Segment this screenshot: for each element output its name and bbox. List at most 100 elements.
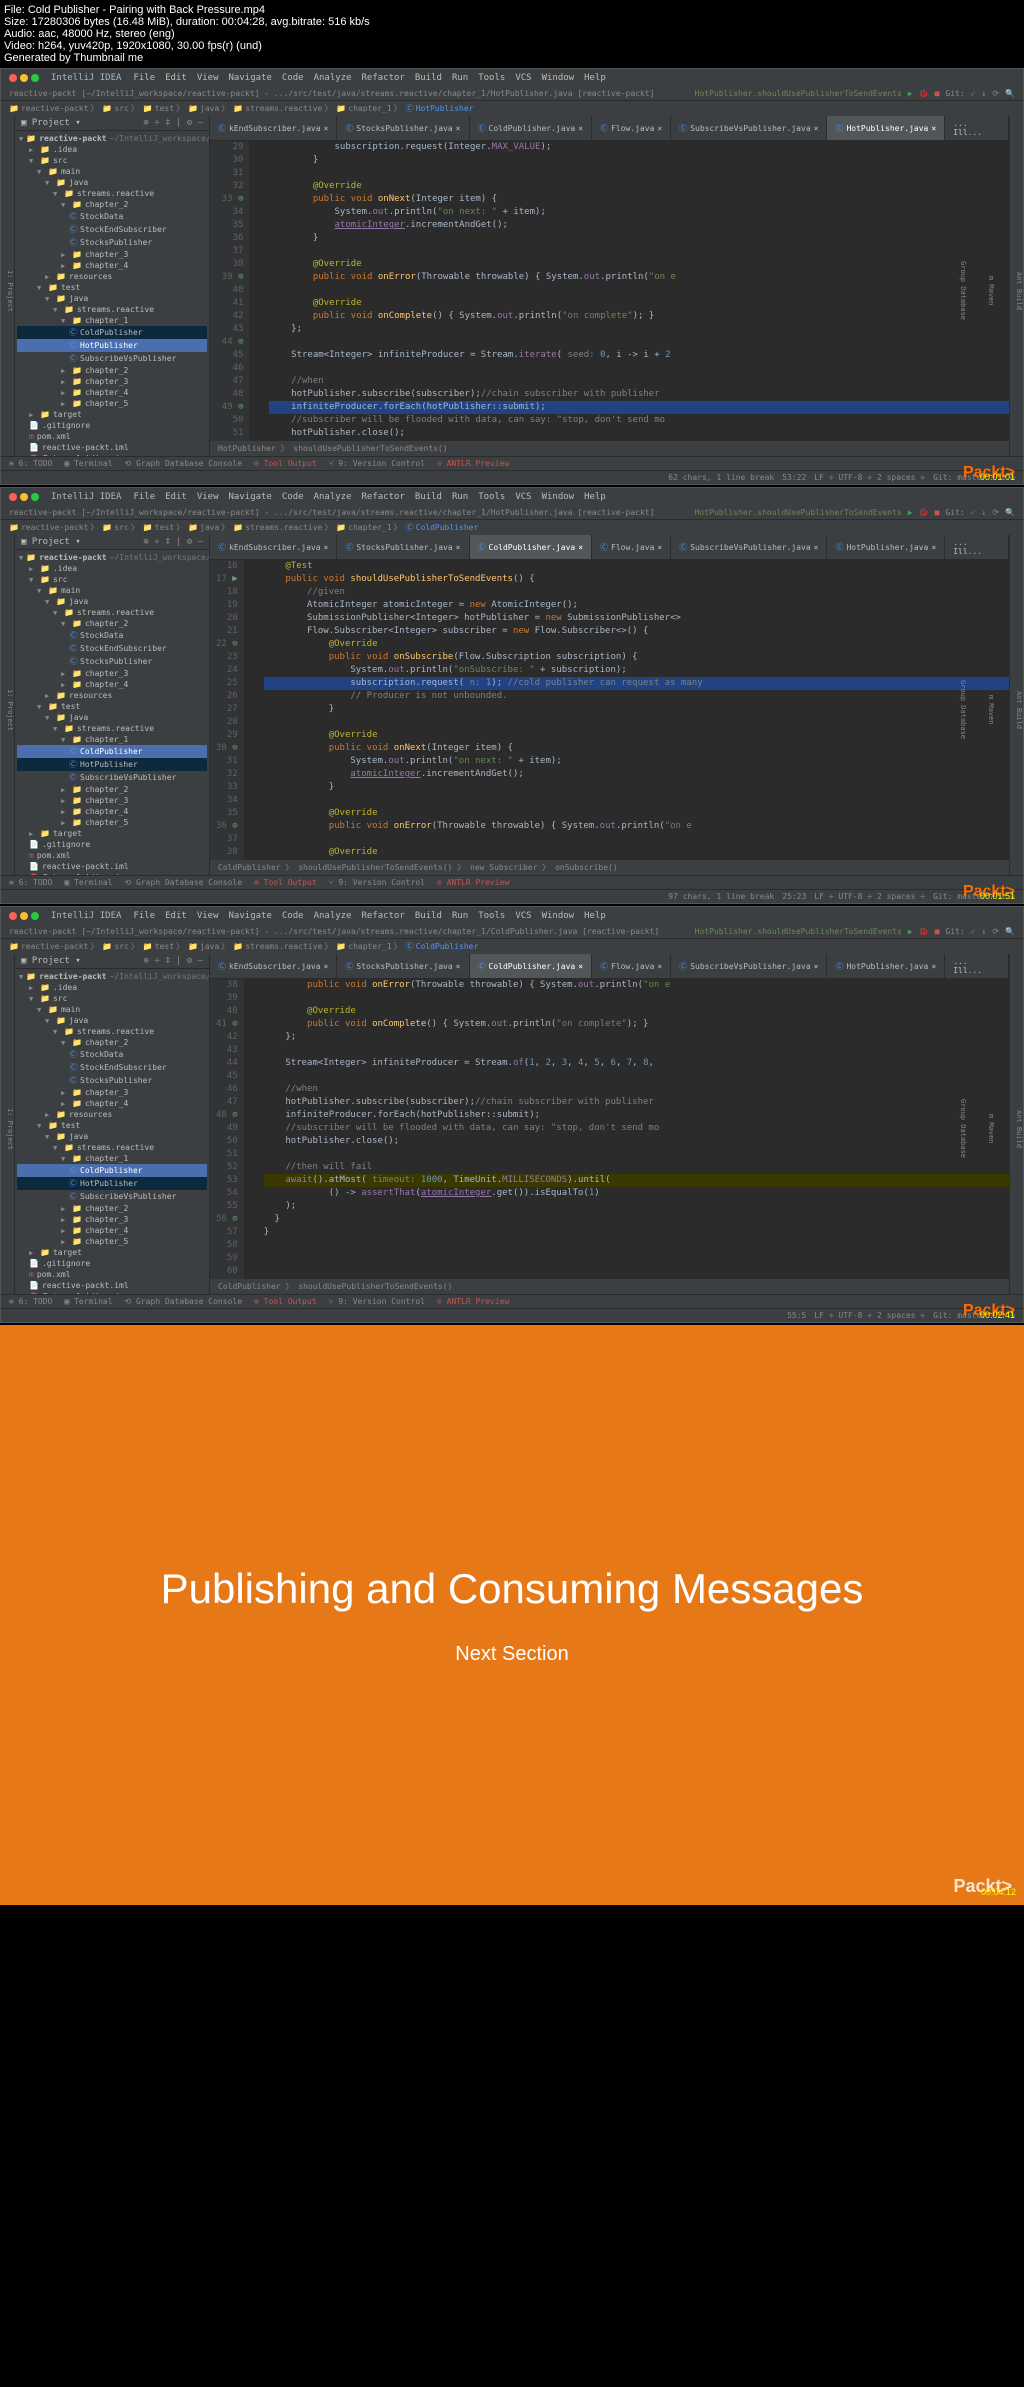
- slide-subheading: Next Section: [455, 1643, 568, 1666]
- terminal-tab[interactable]: ▣ Terminal: [64, 459, 112, 468]
- code-editor[interactable]: public void onError(Throwable throwable)…: [244, 979, 1009, 1279]
- bottom-tool-bar: ≡ 6: TODO ▣ Terminal ⟲ Graph Database Co…: [1, 456, 1023, 470]
- menu-navigate[interactable]: Navigate: [229, 73, 272, 83]
- menu-file[interactable]: File: [133, 73, 155, 83]
- status-enc[interactable]: LF ÷ UTF-8 ÷ 2 spaces ÷: [814, 473, 925, 482]
- tree-ch3-main: ▶📁 chapter_3: [17, 249, 207, 260]
- tree-ch2-main: ▼📁 chapter_2: [17, 199, 207, 210]
- vcs-tab[interactable]: ⑂ 9: Version Control: [329, 459, 425, 468]
- tab-flow[interactable]: ⒸFlow.java ×: [592, 116, 671, 140]
- ide-window-3: IntelliJ IDEA FileEditViewNavigateCodeAn…: [0, 906, 1024, 1323]
- menu-view[interactable]: View: [197, 73, 219, 83]
- app-name: IntelliJ IDEA: [51, 73, 121, 83]
- tab-project[interactable]: 1: Project: [6, 270, 14, 312]
- search-icon[interactable]: 🔍: [1005, 89, 1015, 98]
- right-tool-strip: Ant Build m Maven Group Database: [1009, 116, 1023, 456]
- minimize-button[interactable]: [20, 74, 28, 82]
- code-editor[interactable]: subscription.request(Integer.MAX_VALUE);…: [249, 141, 1009, 441]
- tab-maven[interactable]: m Maven: [987, 276, 995, 306]
- section-title-slide: Publishing and Consuming Messages Next S…: [0, 1325, 1024, 1905]
- panel-title: ▣ Project ▾: [21, 118, 81, 128]
- maximize-button[interactable]: [31, 493, 39, 501]
- tree-gitignore: 📄 .gitignore: [17, 420, 207, 431]
- nav-breadcrumb: 📁 reactive-packt 〉 📁 src 〉 📁 test 〉 📁 ja…: [1, 101, 1023, 116]
- menu-window[interactable]: Window: [542, 73, 575, 83]
- code-editor[interactable]: @Test public void shouldUsePublisherToSe…: [244, 560, 1009, 860]
- minimize-button[interactable]: [20, 493, 28, 501]
- run-config[interactable]: HotPublisher.shouldUsePublisherToSendEve…: [695, 89, 902, 98]
- close-button[interactable]: [9, 493, 17, 501]
- tree-idea: ▶📁 .idea: [17, 144, 207, 155]
- menu-build[interactable]: Build: [415, 73, 442, 83]
- tree-coldpub: Ⓒ ColdPublisher: [17, 326, 207, 339]
- git-label: Git:: [945, 89, 964, 98]
- tree-ch2-test: ▶📁 chapter_2: [17, 365, 207, 376]
- editor-tabs: ⒸkEndSubscriber.java × ⒸStocksPublisher.…: [210, 116, 1009, 141]
- bc-test[interactable]: 📁 test 〉: [143, 103, 184, 114]
- menu-edit[interactable]: Edit: [165, 73, 187, 83]
- file-tree[interactable]: ▼📁 reactive-packt ~/IntelliJ_workspace/r…: [15, 550, 209, 875]
- tree-ch1-test: ▼📁 chapter_1: [17, 315, 207, 326]
- bc-src[interactable]: 📁 src 〉: [102, 103, 138, 114]
- tab-stockspub[interactable]: ⒸStocksPublisher.java ×: [337, 116, 469, 140]
- tab-database[interactable]: Group Database: [959, 261, 967, 320]
- menubar: File Edit View Navigate Code Analyze Ref…: [125, 71, 613, 85]
- tooloutput-tab[interactable]: ⊗ Tool Output: [254, 459, 317, 468]
- bc-ch[interactable]: 📁 chapter_1 〉: [336, 103, 401, 114]
- tree-ch3-test: ▶📁 chapter_3: [17, 376, 207, 387]
- tab-coldpub[interactable]: ⒸColdPublisher.java ×: [470, 116, 593, 140]
- menu-analyze[interactable]: Analyze: [314, 73, 352, 83]
- left-tool-strip: 1: Project 7: Structure 2: Favorites: [1, 116, 15, 456]
- tree-pkg-test: ▼📁 streams.reactive: [17, 304, 207, 315]
- tab-subvspub[interactable]: ⒸSubscribeVsPublisher.java ×: [671, 116, 827, 140]
- bc-pkg[interactable]: 📁 streams.reactive 〉: [233, 103, 332, 114]
- menu-refactor[interactable]: Refactor: [362, 73, 405, 83]
- todo-tab[interactable]: ≡ 6: TODO: [9, 459, 52, 468]
- tree-stockspub: Ⓒ StocksPublisher: [17, 236, 207, 249]
- video-metadata: File: Cold Publisher - Pairing with Back…: [0, 0, 1024, 68]
- file-tree[interactable]: ▼📁 reactive-packt ~/IntelliJ_workspace/r…: [15, 131, 209, 456]
- tab-more[interactable]: ... Ill...: [945, 116, 1009, 140]
- panel-tools[interactable]: ⊕ ÷ ‡ | ⚙ —: [143, 118, 203, 128]
- tree-ch5-test: ▶📁 chapter_5: [17, 398, 207, 409]
- run-button[interactable]: ▶: [908, 89, 913, 98]
- project-tree-panel: ▣ Project ▾ ⊕ ÷ ‡ | ⚙ — ▼📁 reactive-pack…: [15, 116, 210, 456]
- git-commit-icon[interactable]: ✓: [971, 89, 976, 98]
- status-msg: [9, 473, 14, 482]
- bc-root[interactable]: 📁 reactive-packt 〉: [9, 103, 98, 114]
- tree-root: ▼📁 reactive-packt ~/IntelliJ_workspace/r…: [17, 133, 207, 144]
- tree-pom: m pom.xml: [17, 431, 207, 442]
- bc-file[interactable]: Ⓒ HotPublisher: [406, 103, 474, 114]
- menu-tools[interactable]: Tools: [478, 73, 505, 83]
- menu-vcs[interactable]: VCS: [515, 73, 531, 83]
- tab-ant[interactable]: Ant Build: [1015, 272, 1023, 310]
- graphdb-tab[interactable]: ⟲ Graph Database Console: [125, 459, 242, 468]
- tree-stockdata: Ⓒ StockData: [17, 210, 207, 223]
- tree-java-main: ▼📁 java: [17, 177, 207, 188]
- tree-iml: 📄 reactive-packt.iml: [17, 442, 207, 453]
- editor-area: ⒸkEndSubscriber.java × ⒸStocksPublisher.…: [210, 116, 1009, 456]
- menu-code[interactable]: Code: [282, 73, 304, 83]
- window-path: reactive-packt [~/IntelliJ_workspace/rea…: [9, 89, 654, 98]
- stop-button[interactable]: ■: [935, 89, 940, 98]
- tree-target: ▶📁 target: [17, 409, 207, 420]
- git-update-icon[interactable]: ↓: [982, 89, 987, 98]
- status-pos: 53:22: [782, 473, 806, 482]
- menu-run[interactable]: Run: [452, 73, 468, 83]
- bc-java[interactable]: 📁 java 〉: [188, 103, 229, 114]
- maximize-button[interactable]: [31, 74, 39, 82]
- antlr-tab[interactable]: ⊙ ANTLR Preview: [437, 459, 509, 468]
- tab-hotpub[interactable]: ⒸHotPublisher.java ×: [827, 116, 945, 140]
- close-button[interactable]: [9, 74, 17, 82]
- debug-button[interactable]: 🐞: [919, 89, 929, 98]
- editor-footer-path: HotPublisher 〉 shouldUsePublisherToSendE…: [210, 441, 1009, 456]
- tab-endsubscriber[interactable]: ⒸkEndSubscriber.java ×: [210, 116, 337, 140]
- tree-src: ▼📁 src: [17, 155, 207, 166]
- menu-help[interactable]: Help: [584, 73, 606, 83]
- status-chars: 62 chars, 1 line break: [668, 473, 774, 482]
- git-history-icon[interactable]: ⟳: [992, 89, 999, 98]
- ide-window-1: IntelliJ IDEA File Edit View Navigate Co…: [0, 68, 1024, 485]
- tree-subvspub: Ⓒ SubscribeVsPublisher: [17, 352, 207, 365]
- tree-pkg-main: ▼📁 streams.reactive: [17, 188, 207, 199]
- window-titlebar: IntelliJ IDEA File Edit View Navigate Co…: [1, 69, 1023, 87]
